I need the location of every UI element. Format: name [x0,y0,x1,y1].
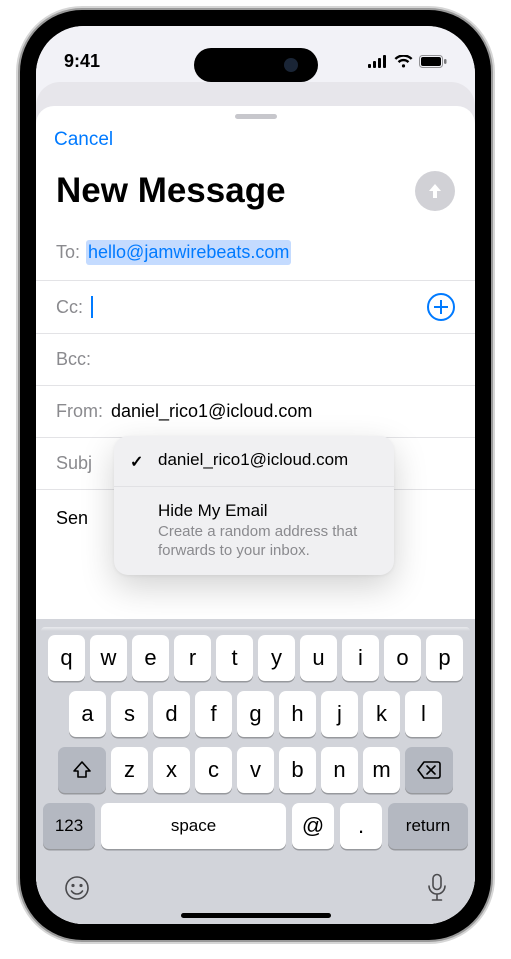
sheet-nav: Cancel [36,119,475,155]
key-t[interactable]: t [216,635,253,681]
key-u[interactable]: u [300,635,337,681]
key-s[interactable]: s [111,691,148,737]
from-option-selected[interactable]: ✓ daniel_rico1@icloud.com [114,436,394,486]
popover-indent [130,501,148,503]
text-cursor [91,296,93,318]
key-q[interactable]: q [48,635,85,681]
key-space[interactable]: space [101,803,286,849]
hide-my-email-title: Hide My Email [158,501,378,521]
from-popover: ✓ daniel_rico1@icloud.com Hide My Email … [114,436,394,575]
cc-field[interactable]: Cc: [36,281,475,334]
key-d[interactable]: d [153,691,190,737]
key-row-4: 123space@.return [41,803,470,849]
to-recipient-token[interactable]: hello@jamwirebeats.com [86,240,291,265]
hide-my-email-subtitle: Create a random address that forwards to… [158,523,378,561]
dynamic-island [194,48,318,82]
key-e[interactable]: e [132,635,169,681]
key-h[interactable]: h [279,691,316,737]
battery-icon [419,55,447,68]
bcc-label: Bcc: [56,349,91,370]
delete-key[interactable] [405,747,453,793]
key-r[interactable]: r [174,635,211,681]
key-j[interactable]: j [321,691,358,737]
key-[interactable]: @ [292,803,334,849]
key-w[interactable]: w [90,635,127,681]
status-icons [368,55,447,68]
key-l[interactable]: l [405,691,442,737]
microphone-icon [426,873,448,903]
key-row-3: zxcvbnm [41,747,470,793]
iphone-frame: 9:41 Cancel New Message To: [20,10,491,940]
key-a[interactable]: a [69,691,106,737]
dictation-button[interactable] [426,873,448,908]
key-z[interactable]: z [111,747,148,793]
status-time: 9:41 [64,51,100,72]
signature-text: Sen [56,508,88,528]
title-row: New Message [36,155,475,225]
delete-icon [417,761,441,779]
key-[interactable]: . [340,803,382,849]
hide-my-email-option[interactable]: Hide My Email Create a random address th… [114,487,394,575]
subject-label: Subj [56,453,92,474]
key-return[interactable]: return [388,803,468,849]
shift-key[interactable] [58,747,106,793]
from-label: From: [56,401,103,422]
send-button[interactable] [415,171,455,211]
shift-icon [72,760,92,780]
key-k[interactable]: k [363,691,400,737]
compose-sheet: Cancel New Message To: hello@jamwirebeat… [36,106,475,924]
key-g[interactable]: g [237,691,274,737]
from-option-label: daniel_rico1@icloud.com [158,450,378,470]
key-c[interactable]: c [195,747,232,793]
key-b[interactable]: b [279,747,316,793]
key-i[interactable]: i [342,635,379,681]
screen: 9:41 Cancel New Message To: [36,26,475,924]
from-field[interactable]: From: daniel_rico1@icloud.com [36,386,475,438]
cellular-icon [368,55,388,68]
to-field[interactable]: To: hello@jamwirebeats.com [36,225,475,281]
emoji-button[interactable] [63,874,91,907]
page-title: New Message [56,171,286,211]
keyboard: qwertyuiop asdfghjkl zxcvbnm 123space@.r… [36,619,475,924]
checkmark-icon: ✓ [130,450,148,472]
key-123[interactable]: 123 [43,803,95,849]
cc-label: Cc: [56,297,83,318]
key-o[interactable]: o [384,635,421,681]
key-x[interactable]: x [153,747,190,793]
key-y[interactable]: y [258,635,295,681]
cancel-button[interactable]: Cancel [54,129,113,151]
wifi-icon [394,55,413,68]
to-label: To: [56,242,80,263]
key-m[interactable]: m [363,747,400,793]
key-row-1: qwertyuiop [41,635,470,681]
emoji-icon [63,874,91,902]
key-rows: qwertyuiop asdfghjkl zxcvbnm 123space@.r… [41,631,470,861]
key-v[interactable]: v [237,747,274,793]
from-value: daniel_rico1@icloud.com [111,401,312,422]
add-contact-button[interactable] [427,293,455,321]
key-row-2: asdfghjkl [41,691,470,737]
arrow-up-icon [425,181,445,201]
key-p[interactable]: p [426,635,463,681]
key-n[interactable]: n [321,747,358,793]
home-indicator[interactable] [181,913,331,918]
key-f[interactable]: f [195,691,232,737]
bcc-field[interactable]: Bcc: [36,334,475,386]
